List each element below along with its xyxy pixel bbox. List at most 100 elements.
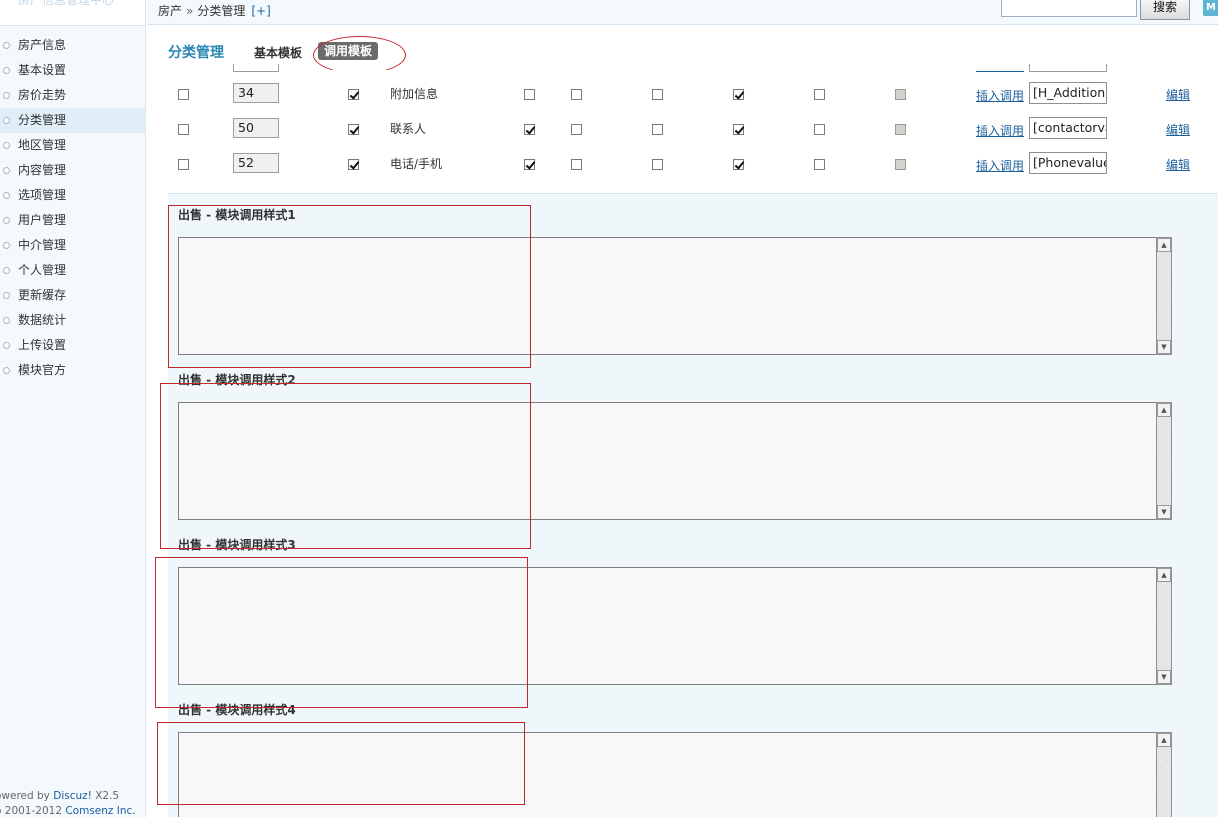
field-table: 34 附加信息 插入调用 [H_Addition 编辑 50 联系人 插入调用 …	[168, 64, 1218, 193]
enabled-checkbox[interactable]	[348, 124, 359, 135]
scroll-down-icon[interactable]: ▼	[1157, 340, 1171, 354]
call-tag-input[interactable]: [H_Addition	[1029, 82, 1107, 104]
sidebar-item-module-official[interactable]: 模块官方	[0, 358, 145, 383]
main-content: 分类管理 基本模板 调用模板 34 附加信息 插入调用 [H_Addition …	[147, 26, 1218, 817]
sidebar-item-label: 个人管理	[18, 263, 67, 277]
sidebar-item-agent-management[interactable]: 中介管理	[0, 233, 145, 258]
sidebar-item-label: 内容管理	[18, 163, 67, 177]
breadcrumb-current: 分类管理	[197, 4, 246, 18]
partial-order-input	[233, 64, 279, 72]
bullet-icon	[3, 142, 10, 149]
list-show-checkbox[interactable]	[733, 89, 744, 100]
footer-brand-link[interactable]: Discuz!	[53, 790, 92, 802]
unchangeable-checkbox[interactable]	[571, 124, 582, 135]
display-order-input[interactable]: 52	[233, 153, 279, 173]
sidebar: 房产信息管理中心 房产信息 基本设置 房价走势 分类管理 地区管理 内容管理 选…	[0, 0, 146, 817]
display-order-input[interactable]: 34	[233, 83, 279, 103]
search-checkbox[interactable]	[652, 124, 663, 135]
sidebar-item-label: 用户管理	[18, 213, 67, 227]
search-input[interactable]	[1001, 0, 1137, 17]
list-show-checkbox[interactable]	[733, 124, 744, 135]
list-show-checkbox[interactable]	[733, 159, 744, 170]
scroll-down-icon[interactable]: ▼	[1157, 670, 1171, 684]
sidebar-item-upload-settings[interactable]: 上传设置	[0, 333, 145, 358]
sidebar-item-label: 地区管理	[18, 138, 67, 152]
search-checkbox[interactable]	[652, 89, 663, 100]
subject-checkbox[interactable]	[814, 89, 825, 100]
scroll-up-icon[interactable]: ▲	[1157, 238, 1171, 252]
annotation-ellipse	[313, 36, 406, 74]
display-order-input[interactable]: 50	[233, 118, 279, 138]
insert-call-link[interactable]: 插入调用	[976, 87, 1024, 104]
required-checkbox[interactable]	[524, 89, 535, 100]
unchangeable-checkbox[interactable]	[571, 159, 582, 170]
sidebar-item-basic-settings[interactable]: 基本设置	[0, 58, 145, 83]
enabled-checkbox[interactable]	[348, 89, 359, 100]
footer-company-link[interactable]: Comsenz Inc.	[65, 805, 135, 817]
footer-powered-by: owered by	[0, 790, 54, 802]
subject-checkbox[interactable]	[814, 159, 825, 170]
table-row: 34 附加信息 插入调用 [H_Addition 编辑	[168, 76, 1218, 111]
sidebar-footer: owered by Discuz! X2.5 o 2001-2012 Comse…	[0, 789, 145, 817]
call-tag-input[interactable]: [Phonevalue	[1029, 152, 1107, 174]
search-button[interactable]: 搜索	[1140, 0, 1190, 20]
bullet-icon	[3, 192, 10, 199]
menu-toggle-icon[interactable]: M	[1203, 0, 1218, 16]
row-select-checkbox[interactable]	[178, 159, 189, 170]
row-select-checkbox[interactable]	[178, 89, 189, 100]
scroll-down-icon[interactable]: ▼	[1157, 505, 1171, 519]
call-styles-section: 出售 - 模块调用样式1 ▲ ▼ 出售 - 模块调用样式2 ▲ ▼ 出售 - 模…	[155, 193, 1218, 817]
unchangeable-checkbox[interactable]	[571, 89, 582, 100]
sidebar-item-region-management[interactable]: 地区管理	[0, 133, 145, 158]
sidebar-item-listings[interactable]: 房产信息	[0, 33, 145, 58]
sidebar-header: 房产信息管理中心	[0, 0, 145, 26]
bullet-icon	[3, 217, 10, 224]
edit-link[interactable]: 编辑	[1166, 156, 1190, 173]
sidebar-item-personal-management[interactable]: 个人管理	[0, 258, 145, 283]
partial-tag-input	[1029, 64, 1107, 72]
admin-app: 房产信息管理中心 房产信息 基本设置 房价走势 分类管理 地区管理 内容管理 选…	[0, 0, 1218, 817]
required-checkbox[interactable]	[524, 124, 535, 135]
sidebar-item-option-management[interactable]: 选项管理	[0, 183, 145, 208]
textarea-scrollbar[interactable]: ▲	[1156, 732, 1172, 817]
edit-link[interactable]: 编辑	[1166, 121, 1190, 138]
edit-link[interactable]: 编辑	[1166, 86, 1190, 103]
sidebar-item-user-management[interactable]: 用户管理	[0, 208, 145, 233]
search-checkbox[interactable]	[652, 159, 663, 170]
enabled-checkbox[interactable]	[348, 159, 359, 170]
call-tag-input[interactable]: [contactorva	[1029, 117, 1107, 139]
add-to-menu-link[interactable]: [+]	[251, 4, 270, 18]
row-select-checkbox[interactable]	[178, 124, 189, 135]
sidebar-item-update-cache[interactable]: 更新缓存	[0, 283, 145, 308]
bullet-icon	[3, 117, 10, 124]
breadcrumb-root[interactable]: 房产	[158, 4, 182, 18]
sidebar-item-category-management[interactable]: 分类管理	[0, 108, 145, 133]
sidebar-item-statistics[interactable]: 数据统计	[0, 308, 145, 333]
insert-call-link[interactable]: 插入调用	[976, 122, 1024, 139]
insert-call-link[interactable]: 插入调用	[976, 157, 1024, 174]
annotation-box-2	[160, 383, 531, 549]
partial-insert-link	[976, 64, 1024, 72]
tab-basic-template[interactable]: 基本模板	[254, 44, 302, 61]
annotation-box-3	[155, 557, 528, 708]
sidebar-nav: 房产信息 基本设置 房价走势 分类管理 地区管理 内容管理 选项管理 用户管理 …	[0, 33, 145, 383]
required-checkbox[interactable]	[524, 159, 535, 170]
scroll-up-icon[interactable]: ▲	[1157, 568, 1171, 582]
textarea-scrollbar[interactable]: ▲ ▼	[1156, 237, 1172, 355]
textarea-scrollbar[interactable]: ▲ ▼	[1156, 402, 1172, 520]
sidebar-item-label: 数据统计	[18, 313, 67, 327]
textarea-scrollbar[interactable]: ▲ ▼	[1156, 567, 1172, 685]
sidebar-item-price-trend[interactable]: 房价走势	[0, 83, 145, 108]
footer-version: X2.5	[91, 790, 120, 802]
annotation-box-4	[157, 722, 525, 805]
annotation-box-1	[168, 205, 531, 368]
disabled-checkbox	[895, 124, 906, 135]
sidebar-item-content-management[interactable]: 内容管理	[0, 158, 145, 183]
sidebar-item-label: 房价走势	[18, 88, 67, 102]
bullet-icon	[3, 317, 10, 324]
bullet-icon	[3, 42, 10, 49]
page-title: 分类管理	[168, 45, 224, 61]
scroll-up-icon[interactable]: ▲	[1157, 403, 1171, 417]
scroll-up-icon[interactable]: ▲	[1157, 733, 1171, 747]
subject-checkbox[interactable]	[814, 124, 825, 135]
